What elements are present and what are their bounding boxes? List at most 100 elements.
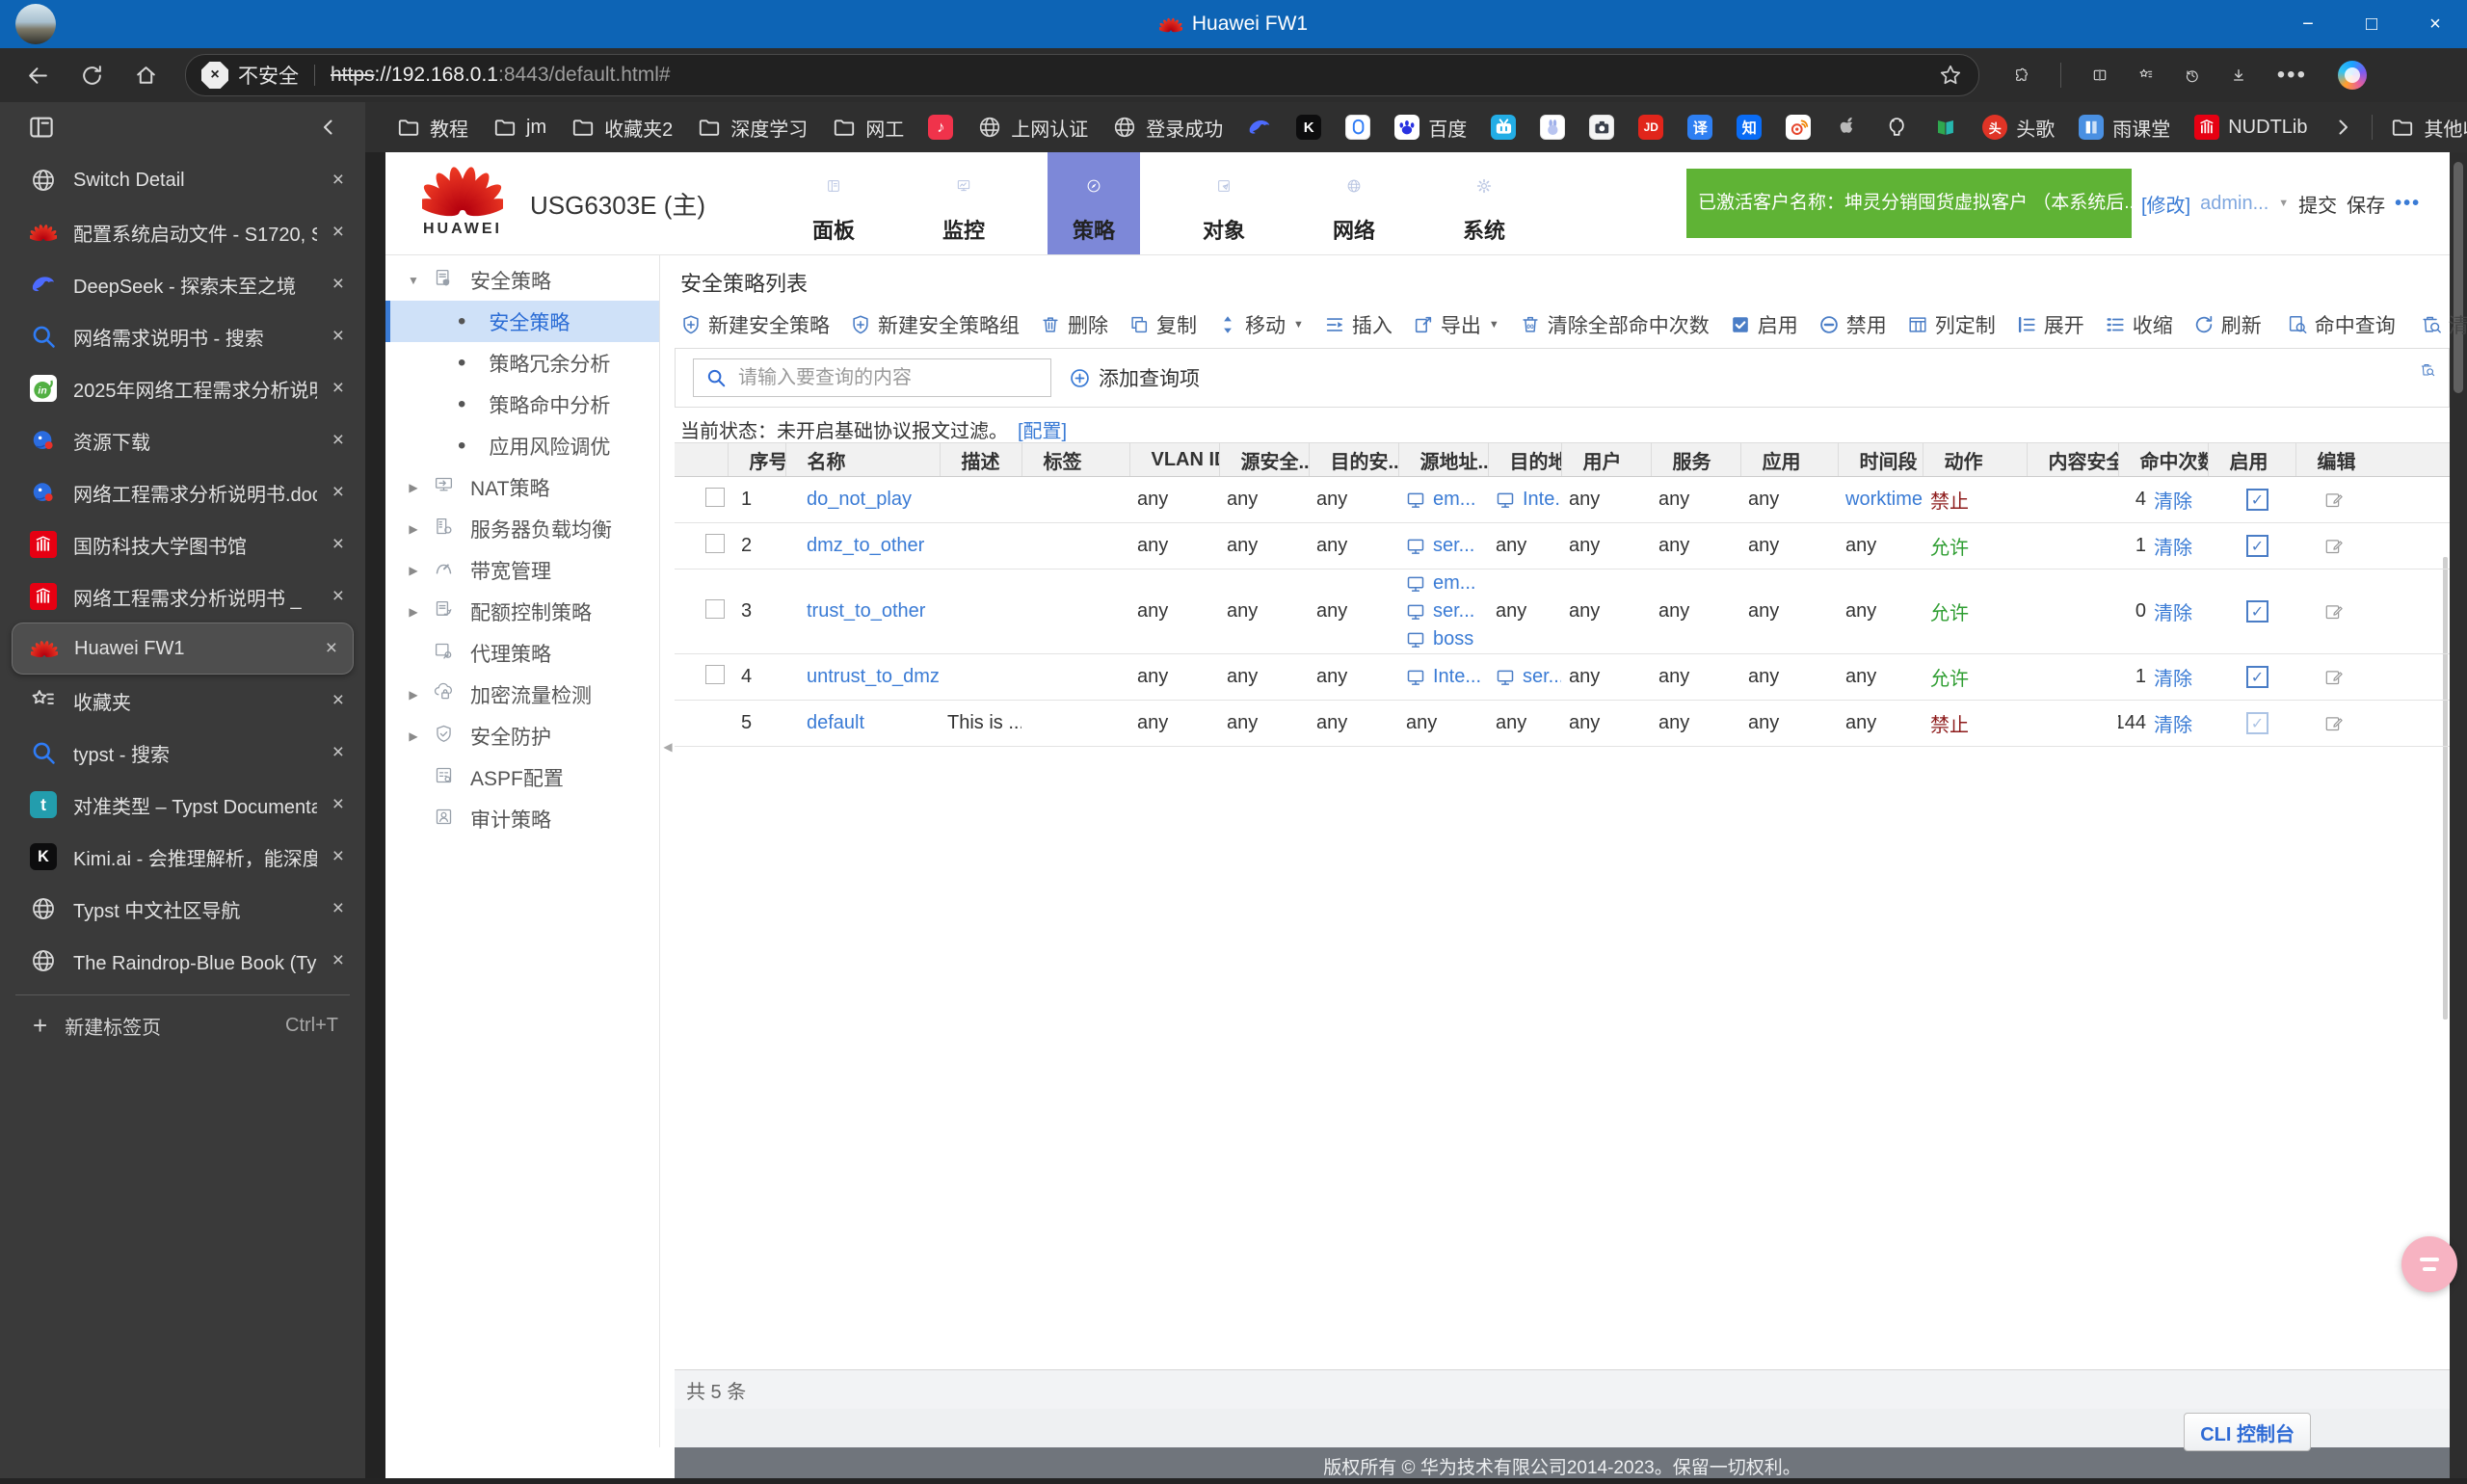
bookmark-item[interactable]: 雨课堂 — [2079, 114, 2170, 142]
toolbar-列定制[interactable]: 列定制 — [1907, 310, 1996, 339]
tree-item-策略命中分析[interactable]: • 策略命中分析 — [385, 384, 659, 425]
bookmark-item[interactable]: K — [1296, 115, 1322, 140]
more-menu-icon[interactable]: ••• — [2277, 62, 2307, 89]
favorites-icon[interactable] — [2138, 67, 2154, 83]
address-link[interactable]: ser... — [1433, 532, 1474, 560]
toolbar-新建安全策略组[interactable]: 新建安全策略组 — [850, 310, 1020, 339]
close-tab-icon[interactable]: × — [332, 949, 344, 972]
configure-link[interactable]: [配置] — [1018, 421, 1067, 442]
floating-assistant-button[interactable] — [2401, 1236, 2457, 1292]
enabled-checkbox[interactable]: ✓ — [2246, 489, 2268, 511]
bookmark-item[interactable] — [1786, 115, 1812, 140]
tab-item[interactable]: Typst 中文社区导航 × — [0, 883, 365, 935]
column-header[interactable]: 名称 — [785, 442, 941, 477]
bookmark-item[interactable]: 深度学习 — [697, 114, 808, 142]
clear-hits-link[interactable]: 清除 — [2154, 486, 2192, 514]
column-header[interactable]: 序号 — [728, 442, 786, 477]
close-tab-icon[interactable]: × — [332, 533, 344, 556]
page-scrollbar[interactable] — [2450, 152, 2467, 1484]
refresh-icon[interactable] — [75, 59, 108, 92]
address-bar[interactable]: × 不安全 https://192.168.0.1:8443/default.h… — [185, 54, 1979, 96]
nav-网络[interactable]: 网络 — [1308, 152, 1400, 254]
toolbar-复制[interactable]: 复制 — [1128, 310, 1197, 339]
time-range-link[interactable]: worktime — [1845, 489, 1923, 510]
row-select-checkbox[interactable] — [705, 664, 725, 684]
tab-item[interactable]: The Raindrop-Blue Book (Typst中 × — [0, 935, 365, 987]
bookmark-item[interactable]: 知 — [1737, 115, 1763, 140]
tab-item[interactable]: in 2025年网络工程需求分析说明书样 × — [0, 362, 365, 414]
tab-item[interactable]: t 对准类型 – Typst Documentation × — [0, 779, 365, 831]
column-header[interactable]: 命中次数 — [2118, 442, 2209, 477]
close-tab-icon[interactable]: × — [332, 689, 344, 712]
toolbar-导出[interactable]: 导出 ▼ — [1413, 310, 1499, 339]
table-row[interactable]: 2 dmz_to_other any any any ser... any an… — [675, 522, 2450, 570]
tree-item-安全策略[interactable]: ▼ 安全策略 — [385, 259, 659, 301]
tree-collapse-handle[interactable]: ◀ — [660, 725, 676, 769]
bookmark-star-icon[interactable] — [1938, 63, 1963, 88]
toolbar-启用[interactable]: 启用 — [1730, 310, 1798, 339]
column-header[interactable]: 编辑 — [2295, 442, 2450, 477]
address-link[interactable]: em... — [1433, 570, 1475, 597]
close-tab-icon[interactable]: × — [332, 429, 344, 452]
bookmark-item[interactable] — [1491, 115, 1517, 140]
close-tab-icon[interactable]: × — [332, 325, 344, 348]
enabled-checkbox[interactable]: ✓ — [2246, 535, 2268, 557]
close-button[interactable]: × — [2403, 0, 2467, 48]
modify-link[interactable]: [修改] — [2141, 190, 2190, 218]
toolbar-清除全部命中次数[interactable]: 00 清除全部命中次数 — [1520, 310, 1710, 339]
close-tab-icon[interactable]: × — [332, 897, 344, 920]
enabled-checkbox[interactable]: ✓ — [2246, 666, 2268, 688]
toolbar-删除[interactable]: 删除 — [1040, 310, 1108, 339]
cli-console-button[interactable]: CLI 控制台 — [2184, 1413, 2311, 1451]
column-header[interactable]: 目的安... — [1309, 442, 1399, 477]
row-select-checkbox[interactable] — [705, 487, 725, 507]
policy-name-link[interactable]: trust_to_other — [807, 600, 925, 622]
bookmark-item[interactable] — [1345, 115, 1371, 140]
close-tab-icon[interactable]: × — [332, 585, 344, 608]
table-row[interactable]: 1 do_not_play any any any em... Inte... … — [675, 476, 2450, 523]
enabled-checkbox[interactable]: ✓ — [2246, 712, 2268, 734]
nav-监控[interactable]: 监控 — [917, 152, 1010, 254]
edit-pencil-icon[interactable] — [2324, 602, 2450, 622]
edit-pencil-icon[interactable] — [2324, 714, 2450, 733]
nav-策略[interactable]: 策略 — [1048, 152, 1140, 254]
column-header[interactable]: 描述 — [940, 442, 1022, 477]
tab-item-active[interactable]: Huawei FW1 × — [12, 623, 354, 675]
bookmark-item[interactable]: 网工 — [832, 114, 904, 142]
edit-pencil-icon[interactable] — [2324, 537, 2450, 556]
tab-item[interactable]: Switch Detail × — [0, 154, 365, 206]
clear-hits-link[interactable]: 清除 — [2154, 663, 2192, 691]
close-tab-icon[interactable]: × — [332, 377, 344, 400]
submit-button[interactable]: 提交 — [2298, 190, 2337, 218]
edit-pencil-icon[interactable] — [2324, 490, 2450, 510]
address-link[interactable]: ser... — [1523, 663, 1561, 691]
tab-list-toggle-icon[interactable] — [27, 113, 56, 142]
nav-面板[interactable]: 面板 — [787, 152, 880, 254]
toolbar-命中查询[interactable]: 命中查询 — [2287, 310, 2396, 339]
tree-item-应用风险调优[interactable]: • 应用风险调优 — [385, 425, 659, 466]
tree-item-安全防护[interactable]: ▶ 安全防护 — [385, 715, 659, 756]
bookmark-item[interactable] — [1589, 115, 1615, 140]
home-icon[interactable] — [129, 59, 162, 92]
nav-系统[interactable]: 系统 — [1438, 152, 1530, 254]
clear-hits-link[interactable]: 清除 — [2154, 709, 2192, 737]
column-header[interactable]: 时间段 — [1838, 442, 1923, 477]
table-row[interactable]: 5 default This is ... any any any any an… — [675, 700, 2450, 747]
save-button[interactable]: 保存 — [2347, 190, 2385, 218]
toolbar-展开[interactable]: 展开 — [2016, 310, 2084, 339]
bookmark-item[interactable] — [1247, 115, 1272, 140]
tree-item-安全策略[interactable]: • 安全策略 — [385, 301, 659, 342]
close-tab-icon[interactable]: × — [332, 273, 344, 296]
row-select-checkbox[interactable] — [705, 533, 725, 553]
other-bookmarks-folder[interactable]: 其他收藏夹 — [2390, 114, 2467, 142]
tab-item[interactable]: 收藏夹 × — [0, 675, 365, 727]
table-row[interactable]: 3 trust_to_other any any any em... ser...… — [675, 569, 2450, 654]
search-input[interactable] — [736, 365, 1039, 390]
edit-pencil-icon[interactable] — [2324, 668, 2450, 687]
policy-name-link[interactable]: do_not_play — [807, 489, 912, 510]
policy-name-link[interactable]: default — [807, 712, 864, 733]
tab-item[interactable]: K Kimi.ai - 会推理解析，能深度思考 × — [0, 831, 365, 883]
profile-avatar[interactable] — [15, 4, 56, 44]
column-header[interactable]: 内容安全 — [2027, 442, 2119, 477]
close-tab-icon[interactable]: × — [332, 481, 344, 504]
